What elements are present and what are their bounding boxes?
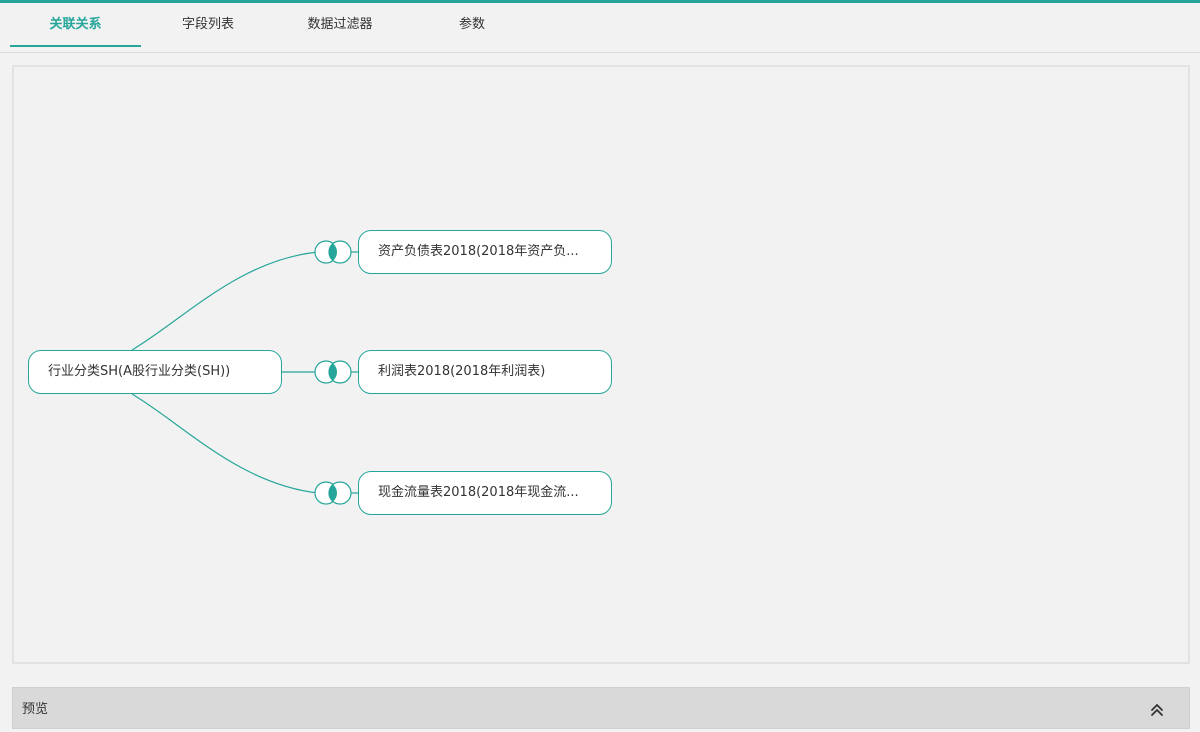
- relationship-canvas: 行业分类SH(A股行业分类(SH)) 资产负债表2018(2018年资产负...…: [12, 65, 1190, 664]
- tab-parameters[interactable]: 参数: [412, 3, 532, 47]
- inner-join-icon[interactable]: [314, 481, 352, 505]
- target-table-node-income-statement[interactable]: 利润表2018(2018年利润表): [358, 350, 612, 394]
- inner-join-icon[interactable]: [314, 240, 352, 264]
- tab-bar: 关联关系 字段列表 数据过滤器 参数: [0, 3, 1200, 53]
- connector-line-3: [131, 393, 319, 494]
- source-table-node[interactable]: 行业分类SH(A股行业分类(SH)): [28, 350, 282, 394]
- connector-line-1: [131, 251, 319, 351]
- tab-relationships[interactable]: 关联关系: [10, 3, 141, 47]
- preview-panel-header[interactable]: 预览: [12, 687, 1190, 729]
- target-table-node-balance-sheet[interactable]: 资产负债表2018(2018年资产负...: [358, 230, 612, 274]
- tab-field-list[interactable]: 字段列表: [148, 3, 268, 47]
- preview-label: 预览: [22, 702, 49, 717]
- inner-join-icon[interactable]: [314, 360, 352, 384]
- active-tab-indicator: [10, 45, 141, 47]
- tab-data-filter[interactable]: 数据过滤器: [275, 3, 405, 47]
- double-chevron-up-icon[interactable]: [1149, 702, 1165, 718]
- target-table-node-cash-flow[interactable]: 现金流量表2018(2018年现金流...: [358, 471, 612, 515]
